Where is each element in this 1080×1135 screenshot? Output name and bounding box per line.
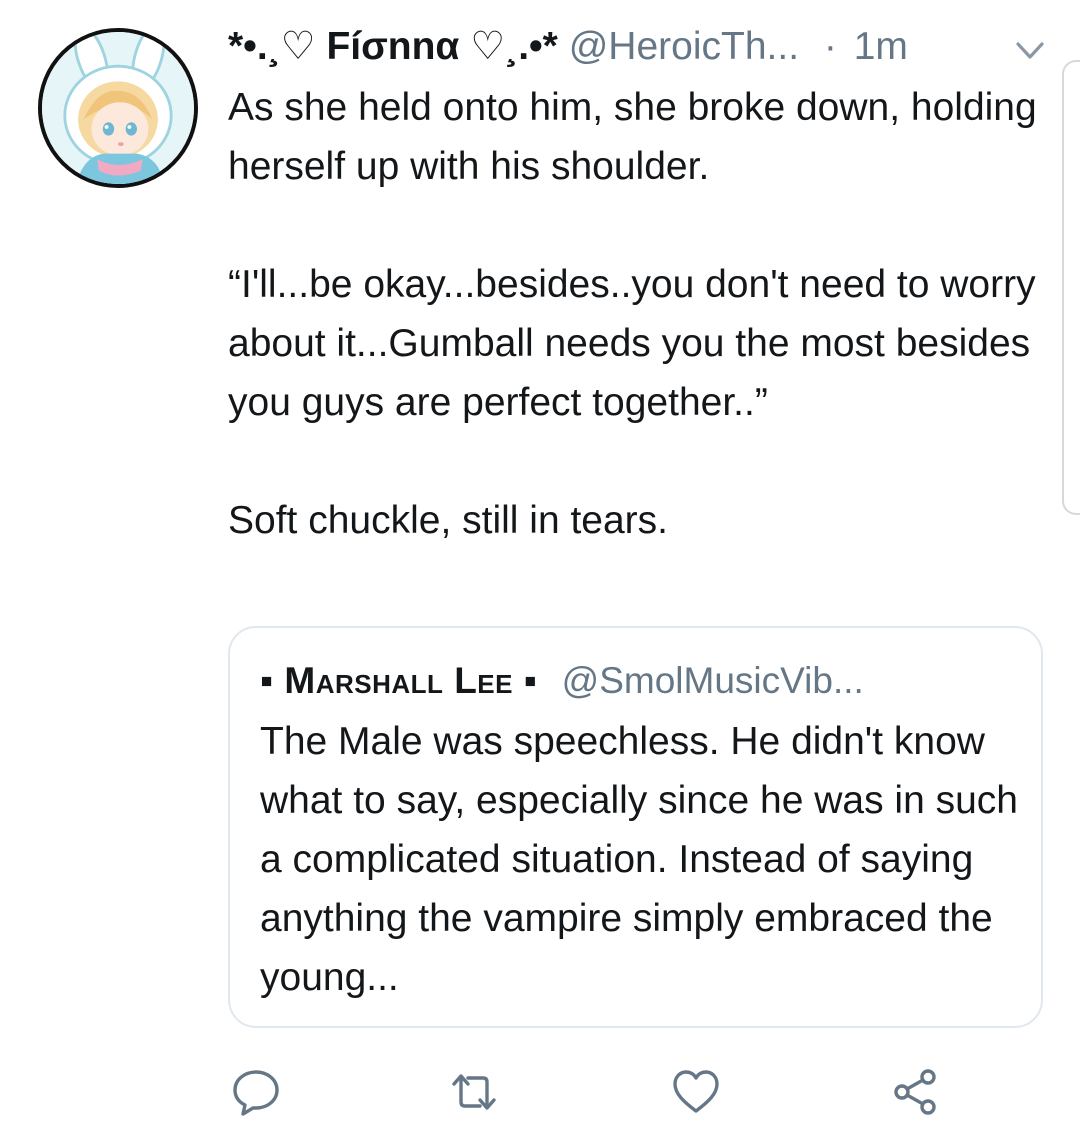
avatar[interactable] bbox=[38, 28, 198, 188]
separator-dot: · bbox=[823, 25, 837, 68]
like-button[interactable] bbox=[668, 1064, 724, 1120]
side-panel-edge bbox=[1062, 60, 1080, 515]
reply-icon bbox=[233, 1070, 279, 1116]
timestamp[interactable]: 1m bbox=[854, 25, 908, 68]
tweet-header: *•.¸♡ Fíσnnα ♡¸.•* @HeroicTh... · 1m bbox=[228, 22, 1058, 72]
quoted-tweet-text: The Male was speechless. He didn't know … bbox=[260, 720, 1018, 999]
quoted-tweet-card[interactable]: ▪ Marshall Lee ▪ @SmolMusicVib... The Ma… bbox=[228, 626, 1043, 1028]
tweet-text: As she held onto him, she broke down, ho… bbox=[228, 86, 1037, 542]
retweet-icon bbox=[452, 1074, 496, 1110]
share-icon bbox=[894, 1069, 936, 1115]
display-name[interactable]: *•.¸♡ Fíσnnα ♡¸.•* bbox=[228, 25, 558, 68]
chevron-down-icon[interactable] bbox=[1012, 32, 1048, 68]
quoted-display-name: ▪ Marshall Lee ▪ bbox=[260, 660, 538, 701]
tweet-actions bbox=[228, 1064, 988, 1120]
quoted-user-handle: @SmolMusicVib... bbox=[561, 660, 864, 701]
reply-button[interactable] bbox=[228, 1064, 284, 1120]
share-button[interactable] bbox=[888, 1064, 944, 1120]
quoted-tweet-header: ▪ Marshall Lee ▪ @SmolMusicVib... bbox=[260, 656, 864, 706]
heart-icon bbox=[673, 1070, 719, 1113]
retweet-button[interactable] bbox=[446, 1064, 502, 1120]
avatar-image bbox=[42, 32, 194, 184]
user-handle[interactable]: @HeroicTh... bbox=[569, 25, 799, 68]
